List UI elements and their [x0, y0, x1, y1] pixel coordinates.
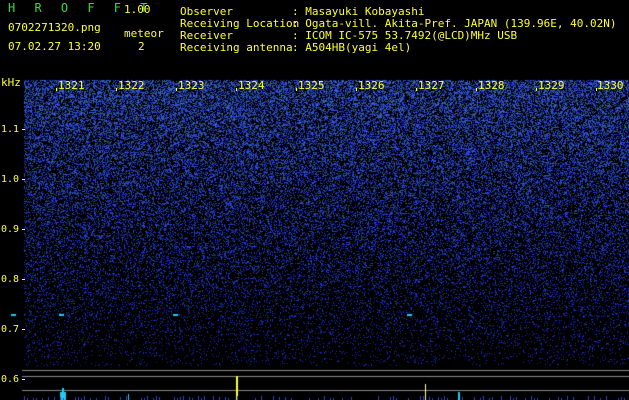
app-version: 1.00 [124, 3, 151, 16]
x-tick-label: 1321 [58, 79, 85, 92]
x-tick [56, 88, 57, 91]
y-tick-label: 0.6 [1, 374, 20, 385]
spectrogram-plot [0, 76, 629, 400]
header-panel: H R O F F T 1.00 0702271320.png meteor 0… [0, 0, 629, 76]
y-axis-unit: kHz [1, 76, 21, 89]
x-tick [536, 88, 537, 91]
x-tick [296, 88, 297, 91]
x-tick [236, 88, 237, 91]
x-tick-label: 1329 [538, 79, 565, 92]
date-time: 07.02.27 13:20 [8, 40, 101, 53]
x-tick-label: 1330 [597, 79, 624, 92]
y-tick [22, 379, 25, 380]
y-tick-label: 1.0 [1, 174, 20, 185]
y-tick-label: 1.1 [1, 124, 20, 135]
x-tick [596, 88, 597, 91]
x-tick [476, 88, 477, 91]
meteor-count: 2 [138, 40, 145, 53]
meteor-label: meteor [124, 27, 164, 40]
y-tick-label: 0.9 [1, 224, 20, 235]
x-tick-label: 1328 [478, 79, 505, 92]
info-label-antenna: Receiving antenna [180, 41, 293, 54]
x-tick-label: 1323 [178, 79, 205, 92]
x-tick [176, 88, 177, 91]
x-tick-label: 1327 [418, 79, 445, 92]
x-tick-label: 1325 [298, 79, 325, 92]
x-tick-label: 1326 [358, 79, 385, 92]
y-tick-label: 0.7 [1, 324, 20, 335]
file-name: 0702271320.png [8, 21, 101, 34]
x-tick [416, 88, 417, 91]
y-tick-label: 0.8 [1, 274, 20, 285]
info-value-antenna: : A504HB(yagi 4el) [292, 41, 412, 54]
y-tick [22, 129, 25, 130]
x-tick [116, 88, 117, 91]
x-tick-label: 1324 [238, 79, 265, 92]
y-tick [22, 329, 25, 330]
x-tick [356, 88, 357, 91]
y-tick [22, 229, 25, 230]
y-tick [22, 179, 25, 180]
x-tick-label: 1322 [118, 79, 145, 92]
y-tick [22, 279, 25, 280]
